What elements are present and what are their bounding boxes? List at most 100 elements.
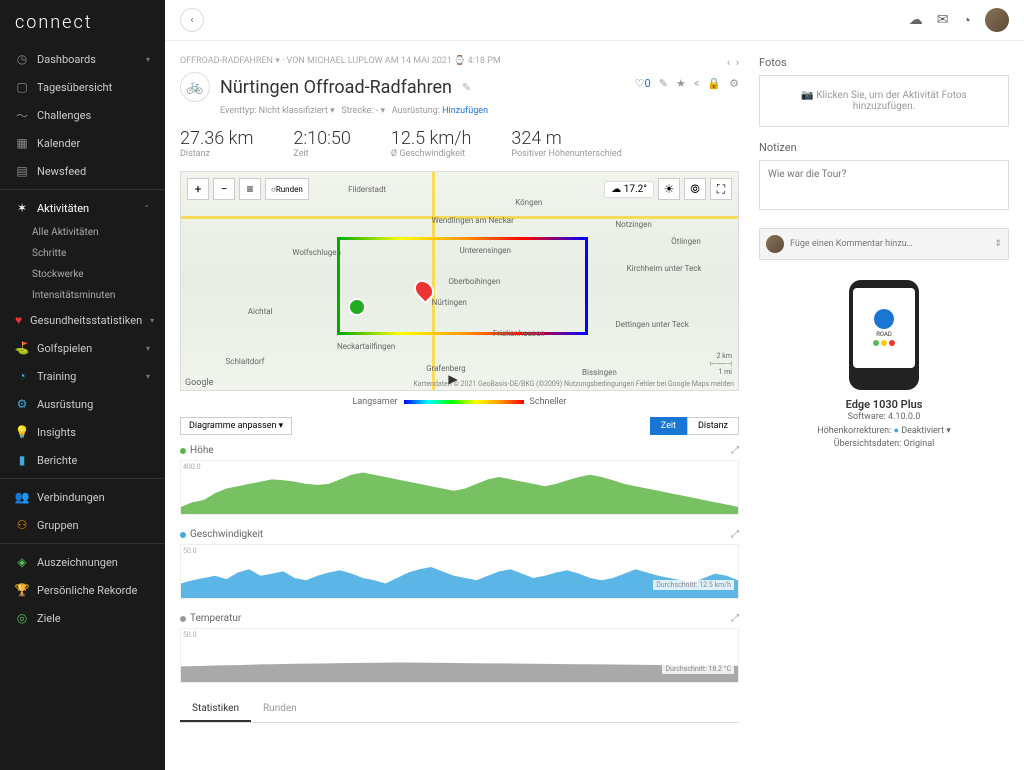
comment-expand-icon[interactable]: ⇕ xyxy=(994,239,1002,249)
edit-title-icon[interactable]: ✎ xyxy=(462,81,471,94)
activity-meta: Eventtyp: Nicht klassifiziert ▾ Strecke:… xyxy=(220,106,635,116)
device-panel: ROAD Edge 1030 Plus Software: 4.10.0.0 H… xyxy=(759,280,1009,452)
customize-charts-button[interactable]: Diagramme anpassen ▾ xyxy=(180,417,292,435)
nav-intensitatsminuten[interactable]: Intensitätsminuten xyxy=(0,285,165,306)
sidebar: connect ◷Dashboards▾ ▢Tagesübersicht 〜Ch… xyxy=(0,0,165,770)
notification-icon[interactable]: ◔ xyxy=(963,12,971,29)
bike-icon: 🚲 xyxy=(180,72,210,102)
nav-kalender[interactable]: ▦Kalender xyxy=(0,129,165,157)
next-activity[interactable]: › xyxy=(736,56,739,69)
activity-title: Nürtingen Offroad-Radfahren xyxy=(220,77,452,98)
gear-icon: ⚙ xyxy=(15,397,29,411)
nav-rekorde[interactable]: 🏆Persönliche Rekorde xyxy=(0,576,165,604)
chart-expand-icon[interactable]: ⤢ xyxy=(731,529,739,540)
nav-stockwerke[interactable]: Stockwerke xyxy=(0,264,165,285)
map-settings[interactable]: ⦾ xyxy=(684,178,706,200)
nav-ausrustung[interactable]: ⚙Ausrüstung xyxy=(0,390,165,418)
notizen-heading: Notizen xyxy=(759,141,1009,154)
edit-icon[interactable]: ✎ xyxy=(659,77,668,90)
golf-icon: ⛳ xyxy=(15,341,29,355)
breadcrumb[interactable]: OFFROAD-RADFAHREN ▾ · VON MICHAEL LUPLOW… xyxy=(180,56,635,66)
map-laps-toggle[interactable]: ○ Runden xyxy=(265,178,309,200)
star-icon[interactable]: ★ xyxy=(676,77,686,90)
device-name[interactable]: Edge 1030 Plus xyxy=(759,398,1009,411)
comment-row: ⇕ xyxy=(759,228,1009,260)
add-equipment-link[interactable]: Hinzufügen xyxy=(442,106,488,116)
chart-expand-icon[interactable]: ⤢ xyxy=(731,445,739,456)
nav-golfspielen[interactable]: ⛳Golfspielen▾ xyxy=(0,334,165,362)
nav-alle-aktivitaten[interactable]: Alle Aktivitäten xyxy=(0,222,165,243)
device-software: Software: 4.10.0.0 xyxy=(759,411,1009,425)
target-icon: ◎ xyxy=(15,611,29,625)
gauge-icon: ◷ xyxy=(15,52,29,66)
comment-avatar xyxy=(766,235,784,253)
nav-tagesubersicht[interactable]: ▢Tagesübersicht xyxy=(0,73,165,101)
top-actions: ☁ ✉ ◔ xyxy=(909,8,1009,32)
tab-runden[interactable]: Runden xyxy=(251,697,309,722)
calendar-icon: ▦ xyxy=(15,136,29,150)
main-content: ‹ ☁ ✉ ◔ OFFROAD-RADFAHREN ▾ · VON MICHAE… xyxy=(165,0,1024,770)
map-layers[interactable]: ≡ xyxy=(239,178,261,200)
map-google-logo: Google xyxy=(185,378,213,388)
map-fullscreen[interactable]: ⛶ xyxy=(710,178,732,200)
brand-logo: connect xyxy=(0,0,165,45)
stat-distance: 27.36 kmDistanz xyxy=(180,128,253,159)
nav-ziele[interactable]: ◎Ziele xyxy=(0,604,165,632)
news-icon: ▤ xyxy=(15,164,29,178)
favorite-button[interactable]: ♡0 xyxy=(635,77,651,90)
bottom-tabs: Statistiken Runden xyxy=(180,697,739,723)
inbox-icon[interactable]: ✉ xyxy=(937,12,949,28)
toggle-zeit[interactable]: Zeit xyxy=(650,417,687,435)
nav-newsfeed[interactable]: ▤Newsfeed xyxy=(0,157,165,185)
badge-icon: ◈ xyxy=(15,555,29,569)
chart-area[interactable]: 50.0 Durchschnitt: 12.5 km/h xyxy=(180,544,739,599)
map-zoom-in[interactable]: + xyxy=(187,178,209,200)
device-elevation-correction[interactable]: Höhenkorrekturen: ● Deaktiviert ▾ xyxy=(759,425,1009,439)
add-photo-button[interactable]: 📷 Klicken Sie, um der Aktivität Fotos hi… xyxy=(759,75,1009,127)
chart-expand-icon[interactable]: ⤢ xyxy=(731,613,739,624)
notes-textarea[interactable] xyxy=(759,160,1009,210)
user-avatar[interactable] xyxy=(985,8,1009,32)
map-play-button[interactable]: ▶ xyxy=(448,372,457,386)
nav-berichte[interactable]: ▮Berichte xyxy=(0,446,165,474)
speed-legend: Langsamer Schneller xyxy=(180,397,739,407)
tab-statistiken[interactable]: Statistiken xyxy=(180,697,251,722)
nav-training[interactable]: ◔Training▾ xyxy=(0,362,165,390)
stat-speed: 12.5 km/hØ Geschwindigkeit xyxy=(391,128,471,159)
stats-row: 27.36 kmDistanz 2:10:50Zeit 12.5 km/hØ G… xyxy=(180,128,739,159)
chart-geschwindigkeit: Geschwindigkeit ⤢ 50.0 Durchschnitt: 12.… xyxy=(180,529,739,599)
chart-area[interactable]: 400.0 xyxy=(180,460,739,515)
nav-challenges[interactable]: 〜Challenges xyxy=(0,101,165,129)
prev-activity[interactable]: ‹ xyxy=(727,56,730,69)
nav-gesundheit[interactable]: ♥Gesundheitsstatistiken▾ xyxy=(0,306,165,334)
fotos-heading: Fotos xyxy=(759,56,1009,69)
nav-auszeichnungen[interactable]: ◈Auszeichnungen xyxy=(0,548,165,576)
chart-area[interactable]: 50.0 Durchschnitt: 18.2 °C xyxy=(180,628,739,683)
map-weather[interactable]: ☀ xyxy=(658,178,680,200)
topbar: ‹ ☁ ✉ ◔ xyxy=(165,0,1024,41)
wave-icon: 〜 xyxy=(15,108,29,122)
people-icon: 👥 xyxy=(15,490,29,504)
settings-icon[interactable]: ⚙ xyxy=(729,77,739,90)
back-button[interactable]: ‹ xyxy=(180,8,204,32)
running-icon: ✶ xyxy=(15,201,29,215)
share-icon[interactable]: < xyxy=(694,77,700,90)
cloud-upload-icon[interactable]: ☁ xyxy=(909,12,923,28)
activity-map[interactable]: + − ≡ ○ Runden ☁ 17.2° ☀ ⦾ ⛶ Filderstadt… xyxy=(180,171,739,391)
comment-input[interactable] xyxy=(790,239,988,249)
calendar-day-icon: ▢ xyxy=(15,80,29,94)
map-zoom-out[interactable]: − xyxy=(213,178,235,200)
nav-verbindungen[interactable]: 👥Verbindungen xyxy=(0,483,165,511)
nav-gruppen[interactable]: ⚇Gruppen xyxy=(0,511,165,539)
nav-insights[interactable]: 💡Insights xyxy=(0,418,165,446)
map-temp: ☁ 17.2° xyxy=(604,181,654,198)
stat-time: 2:10:50Zeit xyxy=(293,128,350,159)
nav-dashboards[interactable]: ◷Dashboards▾ xyxy=(0,45,165,73)
toggle-distanz[interactable]: Distanz xyxy=(687,417,739,435)
device-image: ROAD xyxy=(849,280,919,390)
lock-icon[interactable]: 🔒 xyxy=(707,77,721,90)
stat-elevation: 324 mPositiver Höhenunterschied xyxy=(511,128,621,159)
nav-schritte[interactable]: Schritte xyxy=(0,243,165,264)
map-attribution[interactable]: Kartendaten © 2021 GeoBasis-DE/BKG (©200… xyxy=(413,380,734,388)
nav-aktivitaten[interactable]: ✶Aktivitäten⌃ xyxy=(0,194,165,222)
